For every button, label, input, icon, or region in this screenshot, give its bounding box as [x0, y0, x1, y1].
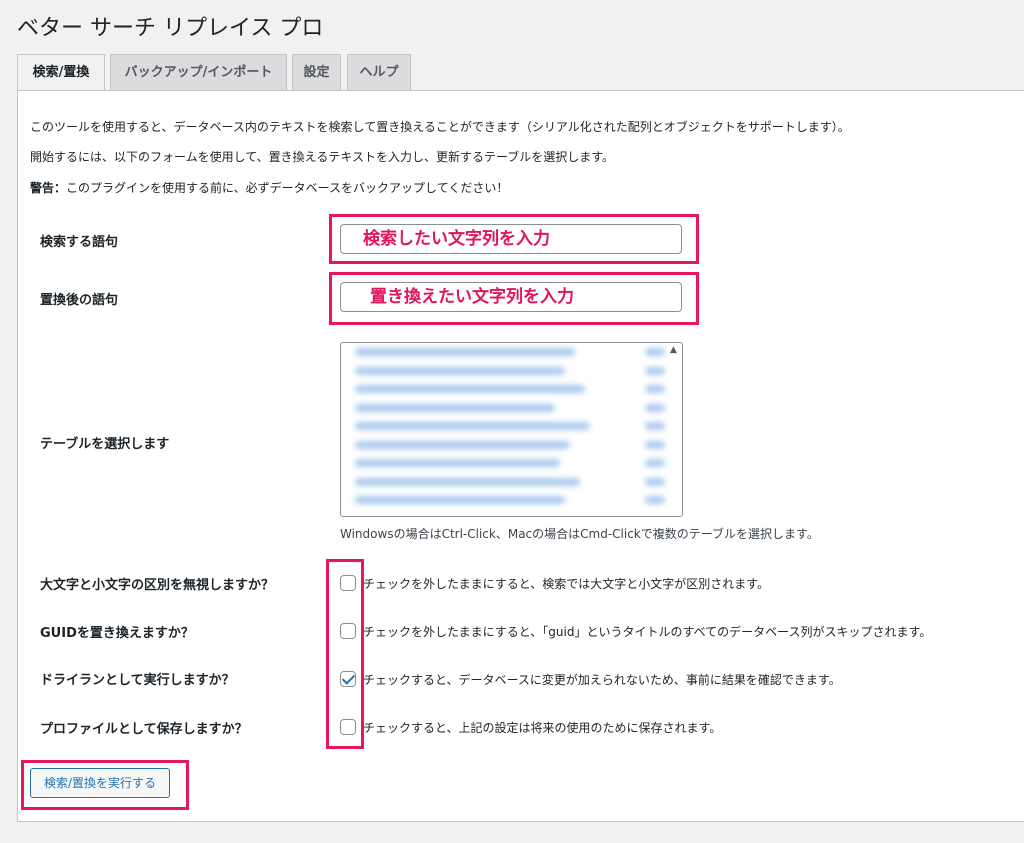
- tables-multiselect[interactable]: ▲: [340, 342, 683, 517]
- option-label-replace-guid: GUIDを置き換えますか？: [40, 626, 194, 641]
- table-option[interactable]: [345, 417, 678, 436]
- table-option[interactable]: [345, 380, 678, 399]
- table-option[interactable]: [345, 436, 678, 455]
- table-option[interactable]: [345, 399, 678, 418]
- tab-backup-import[interactable]: バックアップ/インポート: [110, 54, 287, 91]
- warning-message: このプラグインを使用する前に、必ずデータベースをバックアップしてください！: [66, 181, 509, 195]
- tab-search-replace[interactable]: 検索/置換: [17, 54, 105, 92]
- search-replace-panel: このツールを使用すると、データベース内のテキストを検索して置き換えることができま…: [17, 90, 1024, 822]
- search-highlight-box: [329, 214, 699, 264]
- warning-text: 警告：このプラグインを使用する前に、必ずデータベースをバックアップしてください！: [30, 179, 508, 196]
- warning-label: 警告：: [30, 181, 67, 195]
- submit-highlight-box: [21, 760, 189, 810]
- intro-text-2: 開始するには、以下のフォームを使用して、置き換えるテキストを入力し、更新するテー…: [30, 150, 615, 164]
- table-option[interactable]: [345, 473, 678, 492]
- table-option[interactable]: [345, 343, 678, 362]
- tables-hint: Windowsの場合はCtrl-Click、Macの場合はCmd-Clickで複…: [340, 527, 819, 541]
- option-desc-save-profile: チェックすると、上記の設定は将来の使用のために保存されます。: [363, 721, 722, 735]
- tab-settings[interactable]: 設定: [292, 54, 341, 91]
- option-desc-ignore-case: チェックを外したままにすると、検索では大文字と小文字が区別されます。: [363, 577, 770, 591]
- page-title: ベター サーチ リプレイス プロ: [17, 16, 324, 41]
- option-label-ignore-case: 大文字と小文字の区別を無視しますか？: [40, 578, 275, 593]
- intro-text-1: このツールを使用すると、データベース内のテキストを検索して置き換えることができま…: [30, 120, 850, 134]
- tab-help[interactable]: ヘルプ: [347, 54, 411, 91]
- option-desc-replace-guid: チェックを外したままにすると、「guid」というタイトルのすべてのデータベース列…: [363, 625, 932, 639]
- select-tables-label: テーブルを選択します: [40, 437, 170, 452]
- replace-term-label: 置換後の語句: [40, 293, 119, 308]
- option-desc-dry-run: チェックすると、データベースに変更が加えられないため、事前に結果を確認できます。: [363, 673, 841, 687]
- table-option[interactable]: [345, 362, 678, 381]
- search-term-label: 検索する語句: [40, 235, 119, 250]
- table-option[interactable]: [345, 454, 678, 473]
- table-option[interactable]: [345, 491, 678, 510]
- option-label-save-profile: プロファイルとして保存しますか？: [40, 722, 248, 737]
- option-label-dry-run: ドライランとして実行しますか？: [40, 673, 235, 688]
- replace-highlight-box: [329, 272, 699, 325]
- checkbox-highlight-box: [326, 559, 364, 749]
